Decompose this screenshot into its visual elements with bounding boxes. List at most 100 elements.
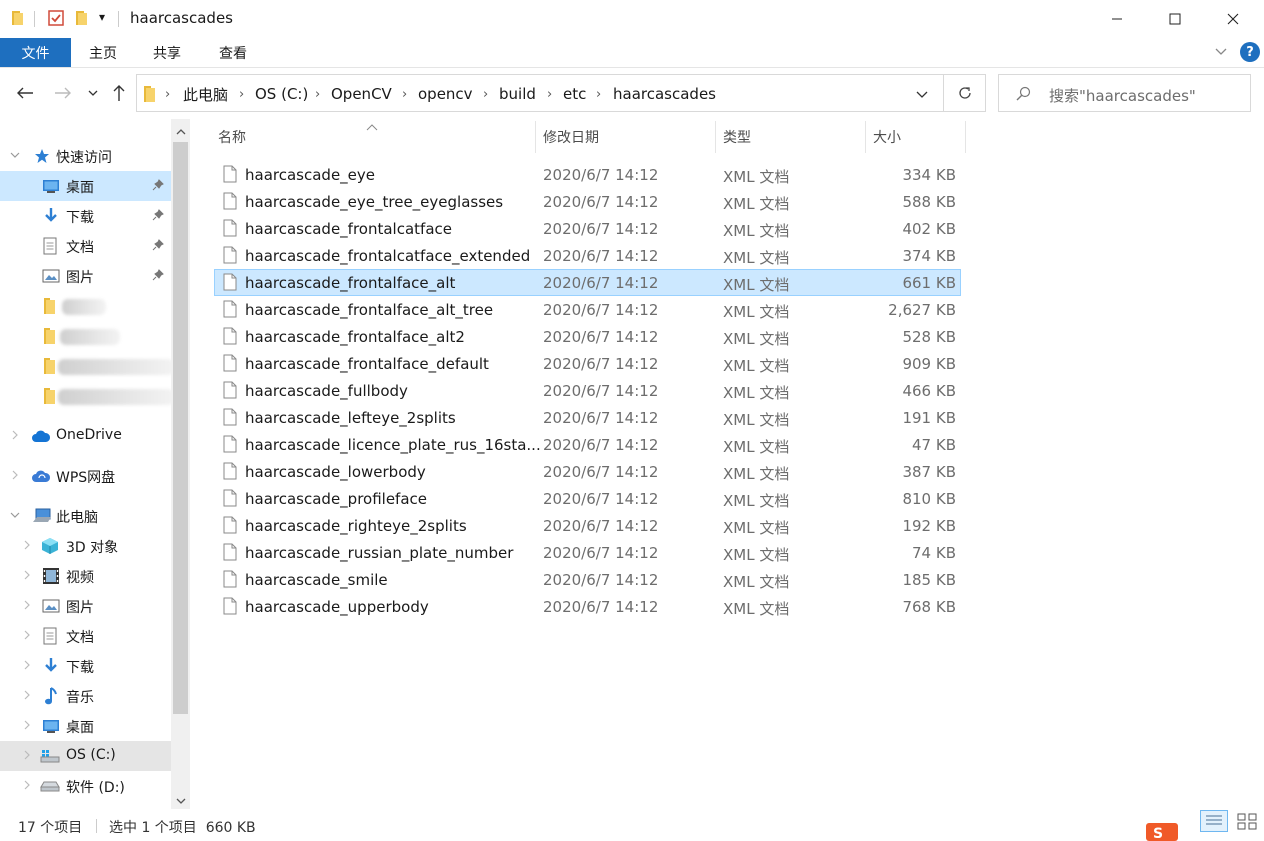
sidebar-item-os-c[interactable]: OS (C:) [0,741,171,771]
help-button[interactable]: ? [1240,42,1260,62]
file-row[interactable]: haarcascade_frontalface_alt2 2020/6/7 14:… [214,323,961,350]
sidebar-item-downloads[interactable]: 下载 [0,651,171,681]
file-row[interactable]: haarcascade_russian_plate_number 2020/6/7… [214,539,961,566]
file-row[interactable]: haarcascade_upperbody 2020/6/7 14:12 XML 文… [214,593,961,620]
breadcrumb-separator[interactable]: › [483,75,488,113]
column-divider[interactable] [965,121,966,153]
file-row[interactable]: haarcascade_frontalface_default 2020/6/7 … [214,350,961,377]
scroll-down-icon[interactable] [175,794,187,810]
chevron-right-icon[interactable] [22,570,32,583]
file-row[interactable]: haarcascade_frontalcatface_extended 2020/… [214,242,961,269]
sidebar-item-quick-access[interactable]: 快速访问 [0,141,171,171]
column-header-name[interactable]: 名称 [218,119,534,155]
file-row[interactable]: haarcascade_lefteye_2splits 2020/6/7 14:1… [214,404,961,431]
refresh-button[interactable] [944,74,986,112]
column-header-size[interactable]: 大小 [873,119,963,155]
chevron-right-icon[interactable] [22,600,32,613]
column-header-type[interactable]: 类型 [723,119,863,155]
pin-icon[interactable] [152,179,164,195]
chevron-right-icon[interactable] [22,660,32,673]
breadcrumb-opencv-lower[interactable]: opencv [418,75,473,113]
file-row[interactable]: haarcascade_frontalface_alt_tree 2020/6/7… [214,296,961,323]
breadcrumb-etc[interactable]: etc [563,75,586,113]
chevron-right-icon[interactable] [22,750,32,763]
sidebar-item-redacted-folder[interactable] [0,381,174,411]
tab-share[interactable]: 共享 [137,38,197,67]
chevron-right-icon[interactable] [22,540,32,553]
breadcrumb-separator[interactable]: › [402,75,407,113]
breadcrumb-os-c[interactable]: OS (C:) [255,75,308,113]
sidebar-item-wps[interactable]: WPS网盘 [0,461,171,491]
sidebar-item-desktop[interactable]: 桌面 [0,711,171,741]
file-row[interactable]: haarcascade_smile 2020/6/7 14:12 XML 文档 185… [214,566,961,593]
customize-quick-access-button[interactable]: ▾ [99,10,105,24]
breadcrumb-separator[interactable]: › [596,75,601,113]
search-box[interactable]: 搜索"haarcascades" [998,74,1251,112]
ime-indicator-icon[interactable]: S [1146,819,1196,841]
sidebar-item-documents[interactable]: 文档 [0,231,171,261]
address-bar[interactable]: › 此电脑 › OS (C:) › OpenCV › opencv › buil… [136,74,944,112]
recent-locations-button[interactable] [84,81,102,105]
chevron-right-icon[interactable] [10,470,20,483]
breadcrumb-separator[interactable]: › [239,75,244,113]
breadcrumb-this-pc[interactable]: 此电脑 [183,75,228,113]
tab-view[interactable]: 查看 [203,38,263,67]
column-header-date[interactable]: 修改日期 [543,119,713,155]
file-row[interactable]: haarcascade_frontalface_alt 2020/6/7 14:1… [214,269,961,296]
sidebar-item-pictures[interactable]: 图片 [0,261,171,291]
sidebar-item-redacted-folder[interactable] [0,291,171,321]
sidebar-item-onedrive[interactable]: OneDrive [0,421,171,451]
sidebar-item-pictures[interactable]: 图片 [0,591,171,621]
folder-icon[interactable] [10,9,26,31]
tab-file[interactable]: 文件 [0,38,71,67]
pin-icon[interactable] [152,239,164,255]
maximize-button[interactable] [1146,0,1204,38]
breadcrumb-opencv[interactable]: OpenCV [331,75,392,113]
expand-ribbon-button[interactable] [1214,44,1228,62]
sidebar-item-3d-objects[interactable]: 3D 对象 [0,531,171,561]
chevron-right-icon[interactable] [22,630,32,643]
sidebar-item-this-pc[interactable]: 此电脑 [0,501,171,531]
pin-icon[interactable] [152,209,164,225]
large-icons-view-button[interactable] [1234,810,1260,832]
file-row[interactable]: haarcascade_profileface 2020/6/7 14:12 XML… [214,485,961,512]
breadcrumb-separator[interactable]: › [165,75,170,113]
up-button[interactable] [108,81,130,105]
sidebar-item-downloads[interactable]: 下载 [0,201,171,231]
file-row[interactable]: haarcascade_eye_tree_eyeglasses 2020/6/7 … [214,188,961,215]
tab-home[interactable]: 主页 [73,38,133,67]
sidebar-item-desktop[interactable]: 桌面 [0,171,171,201]
sidebar-item-redacted-folder[interactable] [0,321,171,351]
sidebar-item-documents[interactable]: 文档 [0,621,171,651]
breadcrumb-build[interactable]: build [499,75,536,113]
forward-button[interactable] [52,81,74,105]
properties-icon[interactable] [47,9,65,31]
sidebar-item-drive-d[interactable]: 软件 (D:) [0,771,171,801]
file-row[interactable]: haarcascade_fullbody 2020/6/7 14:12 XML 文档… [214,377,961,404]
file-row[interactable]: haarcascade_eye 2020/6/7 14:12 XML 文档 334 K… [214,161,961,188]
minimize-button[interactable] [1088,0,1146,38]
column-divider[interactable] [865,121,866,153]
chevron-down-icon[interactable] [10,150,20,163]
chevron-right-icon[interactable] [10,430,20,443]
file-row[interactable]: haarcascade_licence_plate_rus_16sta... 20… [214,431,961,458]
sidebar-item-redacted-folder[interactable] [0,351,174,381]
breadcrumb-separator[interactable]: › [547,75,552,113]
back-button[interactable] [14,81,36,105]
address-history-button[interactable] [915,87,929,105]
sidebar-item-music[interactable]: 音乐 [0,681,171,711]
chevron-down-icon[interactable] [10,510,20,523]
new-folder-icon[interactable] [74,9,90,31]
chevron-right-icon[interactable] [22,720,32,733]
column-divider[interactable] [535,121,536,153]
breadcrumb-haarcascades[interactable]: haarcascades [613,75,716,113]
sidebar-scroll-thumb[interactable] [173,142,188,714]
close-button[interactable] [1204,0,1262,38]
file-row[interactable]: haarcascade_lowerbody 2020/6/7 14:12 XML 文… [214,458,961,485]
details-view-button[interactable] [1200,810,1228,832]
column-divider[interactable] [715,121,716,153]
breadcrumb-separator[interactable]: › [315,75,320,113]
chevron-right-icon[interactable] [22,780,32,793]
sidebar-item-videos[interactable]: 视频 [0,561,171,591]
scroll-up-icon[interactable] [175,125,187,141]
